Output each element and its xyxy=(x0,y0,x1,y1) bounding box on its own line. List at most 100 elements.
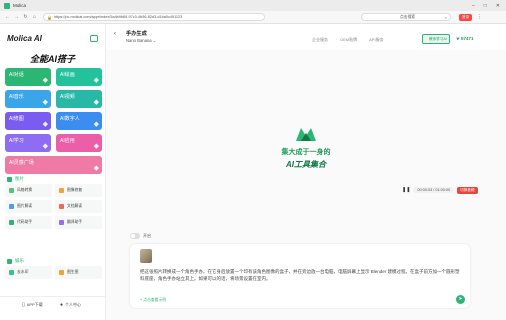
feature-tile-6[interactable]: AI学习 ◆ xyxy=(5,134,51,152)
feature-tile-0[interactable]: AI对话 ◆ xyxy=(5,68,51,86)
personal-center-link[interactable]: ● 个人中心 xyxy=(60,302,81,308)
audio-time: 00:00:03 / 01:00:00 xyxy=(413,187,455,193)
tool-item-label: 文档解读 xyxy=(67,204,83,208)
feature-tile-5[interactable]: AI数字人 ◆ xyxy=(56,112,102,130)
section-header-entertainment: 娱乐 xyxy=(7,258,24,264)
pause-icon[interactable]: ❚❚ xyxy=(402,187,410,193)
tool-item-grid1-3[interactable]: 文档解读 xyxy=(55,200,102,213)
feature-tile-icon: ◆ xyxy=(93,121,99,128)
app-download-link[interactable]: ▯ APP下载 xyxy=(22,302,43,308)
user-icon: ● xyxy=(60,302,64,308)
top-link-enterprise[interactable]: 企业服务 xyxy=(312,37,328,43)
learn-ai-button[interactable]: 教你学习AI xyxy=(422,34,450,44)
toggle-row: 开启 xyxy=(130,233,151,239)
tool-item-label: 去水印 xyxy=(17,270,29,274)
section-image-icon xyxy=(7,176,12,182)
tool-item-icon xyxy=(9,270,14,275)
sidebar-collapse-icon[interactable] xyxy=(90,35,98,42)
model-selector[interactable]: Nano Banana ⌄ xyxy=(126,38,156,43)
feature-tile-label: AI修图 xyxy=(9,116,24,122)
feature-tile-icon: ◆ xyxy=(42,121,48,128)
tool-item-icon xyxy=(59,270,64,275)
brand-logo[interactable]: Molica AI xyxy=(7,34,42,43)
prompt-text[interactable]: 把这张照片转换成一个角色手办。在它身后放置一个印有该角色图像的盒子，并在旁边放一… xyxy=(140,268,460,282)
sidebar: Molica AI 全能AI搭子 AI对话 ◆ AI绘画 ◆ AI音乐 ◆ AI视频 ◆ AI修… xyxy=(0,24,106,320)
close-icon[interactable]: ✕ xyxy=(496,3,500,9)
feature-tile-7[interactable]: AI应用 ◆ xyxy=(56,134,102,152)
tool-item-label: 图片解读 xyxy=(17,204,33,208)
tab-title[interactable]: Molica xyxy=(13,3,26,8)
login-button[interactable]: 登录 xyxy=(459,13,473,21)
tool-item-grid1-5[interactable]: 翻译助手 xyxy=(55,216,102,229)
top-link-oem[interactable]: OEM贴牌 xyxy=(340,37,357,43)
section-image-title: 图片 xyxy=(15,176,24,181)
toggle-label: 开启 xyxy=(143,233,151,238)
feature-tile-4[interactable]: AI修图 ◆ xyxy=(5,112,51,130)
tool-item-icon xyxy=(9,204,14,209)
page-title: 手办生成 xyxy=(126,31,147,37)
tool-item-grid1-0[interactable]: 风格转换 xyxy=(5,184,52,197)
prompt-composer[interactable]: 把这张照片转换成一个角色手办。在它身后放置一个印有该角色图像的盒子，并在旁边放一… xyxy=(130,244,470,308)
tool-item-icon xyxy=(9,188,14,193)
enable-toggle[interactable] xyxy=(130,233,140,239)
feature-tile-label: AI应用 xyxy=(60,138,75,144)
tool-item-label: 风格转换 xyxy=(17,188,33,192)
url-field[interactable]: 🔒 https://pc.molicai.com/appr/index/5a4b… xyxy=(43,13,265,21)
title-bar: Molica – □ ✕ xyxy=(0,0,506,11)
tool-item-grid2-1[interactable]: 图生图 xyxy=(55,266,102,279)
tool-item-grid1-4[interactable]: 代码助手 xyxy=(5,216,52,229)
feature-tiles: AI对话 ◆ AI绘画 ◆ AI音乐 ◆ AI视频 ◆ AI修图 ◆ AI数字人 ◆ AI学习 ◆ AI应用… xyxy=(5,68,102,174)
switch-audio-button[interactable]: 切换音频 xyxy=(457,186,478,194)
feature-tile-icon: ◆ xyxy=(93,99,99,106)
feature-tile-icon: ◆ xyxy=(93,143,99,150)
feature-tile-label: AI音乐 xyxy=(9,94,24,100)
browser-search-input[interactable]: 点击搜索 ⌕ xyxy=(361,13,451,21)
search-icon[interactable]: ⌕ xyxy=(445,14,447,21)
feature-tile-label: AI数字人 xyxy=(60,116,80,122)
feature-tile-3[interactable]: AI视频 ◆ xyxy=(56,90,102,108)
tool-item-grid1-2[interactable]: 图片解读 xyxy=(5,200,52,213)
minimize-icon[interactable]: – xyxy=(472,3,475,9)
feature-tile-icon: ◆ xyxy=(42,143,48,150)
back-icon[interactable]: ‹ xyxy=(114,31,116,37)
credits-value: 57471 xyxy=(461,36,474,41)
credits-balance[interactable]: ❦ 57471 xyxy=(456,36,474,42)
main-panel: ‹ 手办生成 Nano Banana ⌄ 企业服务 OEM贴牌 API服务 教你… xyxy=(106,24,506,320)
refresh-icon[interactable]: ↻ xyxy=(21,14,30,20)
tool-grid-entertainment: 去水印 图生图 xyxy=(5,266,102,279)
feature-tile-label: AI绘画 xyxy=(60,72,75,78)
maximize-icon[interactable]: □ xyxy=(484,3,487,9)
tool-item-grid2-0[interactable]: 去水印 xyxy=(5,266,52,279)
hero: 集大成于一身的 AI工具集合 xyxy=(266,126,346,186)
molica-logo-icon xyxy=(296,128,316,141)
forward-arrow-icon[interactable]: → xyxy=(12,14,21,20)
address-bar: ← → ↻ ⌂ 🔒 https://pc.molicai.com/appr/in… xyxy=(0,11,506,24)
example-link[interactable]: + 点击查看示例 xyxy=(140,298,166,303)
chevron-down-icon: ⌄ xyxy=(152,38,157,43)
audio-player: ❚❚ 00:00:03 / 01:00:00 切换音频 xyxy=(402,185,492,195)
feature-tile-1[interactable]: AI绘画 ◆ xyxy=(56,68,102,86)
top-link-api[interactable]: API服务 xyxy=(369,37,383,43)
slogan: 全能AI搭子 xyxy=(30,54,76,64)
home-icon[interactable]: ⌂ xyxy=(30,14,39,20)
tool-item-grid1-1[interactable]: 图像修复 xyxy=(55,184,102,197)
feature-tile-8[interactable]: AI灵感广场 ◆ xyxy=(5,156,102,174)
tool-item-icon xyxy=(59,204,64,209)
uploaded-image-thumbnail[interactable] xyxy=(140,249,152,263)
browser-search-text: 点击搜索 xyxy=(400,15,416,19)
hero-title: AI工具集合 xyxy=(286,160,326,169)
tool-item-icon xyxy=(59,188,64,193)
tool-item-label: 图像修复 xyxy=(67,188,83,192)
tool-grid-image: 风格转换 图像修复图片解读 文档解读代码助手 翻译助手 xyxy=(5,184,102,229)
feature-tile-label: AI学习 xyxy=(9,138,24,144)
model-name: Nano Banana xyxy=(126,38,152,43)
feature-tile-icon: ◆ xyxy=(93,165,99,172)
back-arrow-icon[interactable]: ← xyxy=(3,14,12,20)
extensions-icon[interactable]: ⋮ xyxy=(477,14,482,20)
personal-center-label: 个人中心 xyxy=(65,302,82,307)
tool-item-icon xyxy=(59,220,64,225)
send-button[interactable]: ➤ xyxy=(456,295,465,304)
phone-icon: ▯ xyxy=(22,302,25,308)
section-entertainment-title: 娱乐 xyxy=(15,258,24,263)
feature-tile-2[interactable]: AI音乐 ◆ xyxy=(5,90,51,108)
